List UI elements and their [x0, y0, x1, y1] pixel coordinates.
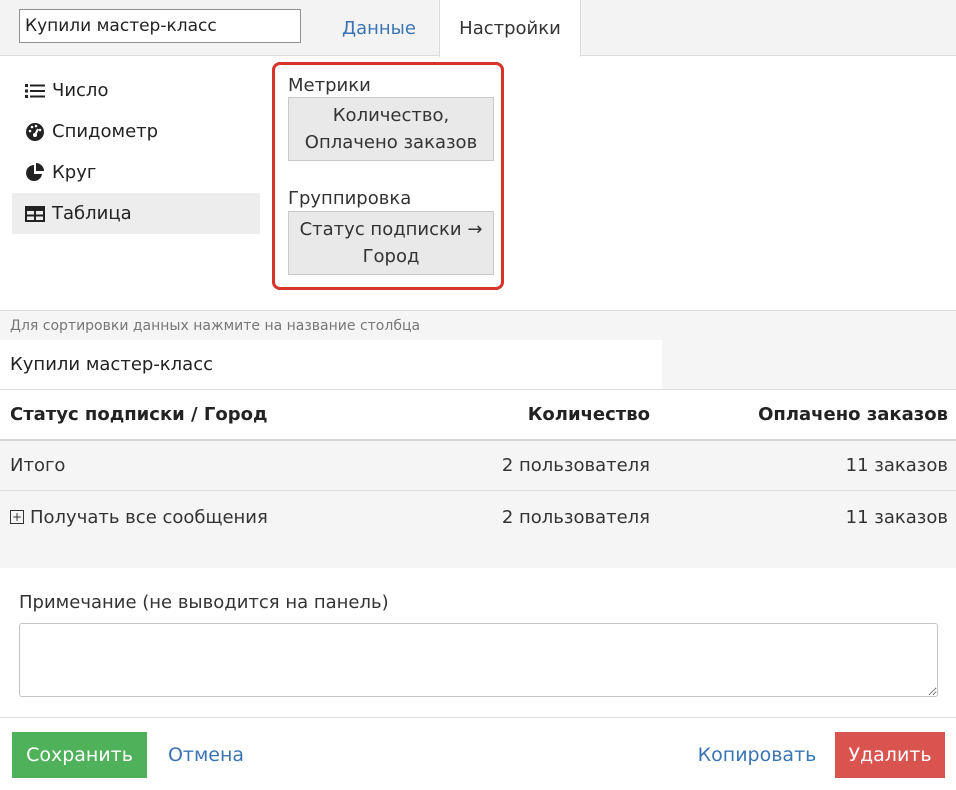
view-type-label: Круг [52, 162, 97, 183]
cancel-button[interactable]: Отмена [158, 732, 254, 778]
column-header-count[interactable]: Количество [528, 390, 650, 439]
row-label: Получать все сообщения [30, 506, 268, 528]
delete-button[interactable]: Удалить [835, 732, 945, 778]
table-header: Статус подписки / Город Количество Оплач… [0, 389, 956, 441]
view-type-table[interactable]: Таблица [12, 193, 260, 234]
metrics-button[interactable]: Количество, Оплачено заказов [288, 97, 494, 161]
view-type-label: Таблица [52, 203, 132, 224]
view-type-pie[interactable]: Круг [12, 152, 260, 193]
sort-hint: Для сортировки данных нажмите на названи… [10, 318, 421, 334]
table-row: + Получать все сообщения 2 пользователя … [0, 492, 956, 542]
metrics-label: Метрики [288, 75, 371, 96]
pie-chart-icon [24, 162, 46, 183]
column-header-grouping[interactable]: Статус подписки / Город [10, 390, 268, 439]
tab-settings[interactable]: Настройки [439, 0, 581, 57]
report-preview: Для сортировки данных нажмите на названи… [0, 310, 956, 568]
footer-divider [0, 717, 956, 718]
row-orders: 11 заказов [845, 506, 948, 528]
report-name-input[interactable] [19, 9, 301, 43]
view-type-label: Спидометр [52, 121, 159, 142]
settings-highlight-box: Метрики Количество, Оплачено заказов Гру… [272, 62, 504, 290]
column-header-orders[interactable]: Оплачено заказов [758, 390, 948, 439]
view-type-speedometer[interactable]: Спидометр [12, 111, 260, 152]
grouping-button[interactable]: Статус подписки → Город [288, 211, 494, 275]
report-title: Купили мастер-класс [0, 340, 662, 389]
row-label: Итого [10, 455, 66, 476]
row-count: 2 пользователя [501, 506, 650, 528]
view-type-label: Число [52, 80, 109, 101]
grouping-label: Группировка [288, 188, 412, 209]
speedometer-icon [24, 122, 46, 142]
row-count: 2 пользователя [501, 455, 650, 476]
view-type-number[interactable]: Число [12, 70, 260, 111]
row-orders: 11 заказов [845, 455, 948, 476]
note-label: Примечание (не выводится на панель) [19, 592, 389, 613]
note-textarea[interactable] [19, 623, 938, 697]
editor-header: Данные Настройки [0, 0, 956, 57]
table-icon [24, 204, 46, 224]
list-icon [24, 81, 46, 101]
expand-plus-icon[interactable]: + [10, 510, 24, 524]
table-row-total: Итого 2 пользователя 11 заказов [0, 441, 956, 491]
save-button[interactable]: Сохранить [12, 732, 147, 778]
tab-data[interactable]: Данные [326, 0, 432, 56]
row-label-cell: + Получать все сообщения [10, 492, 268, 542]
copy-button[interactable]: Копировать [695, 732, 819, 778]
view-type-menu: Число Спидометр Круг Таблица [12, 70, 260, 234]
